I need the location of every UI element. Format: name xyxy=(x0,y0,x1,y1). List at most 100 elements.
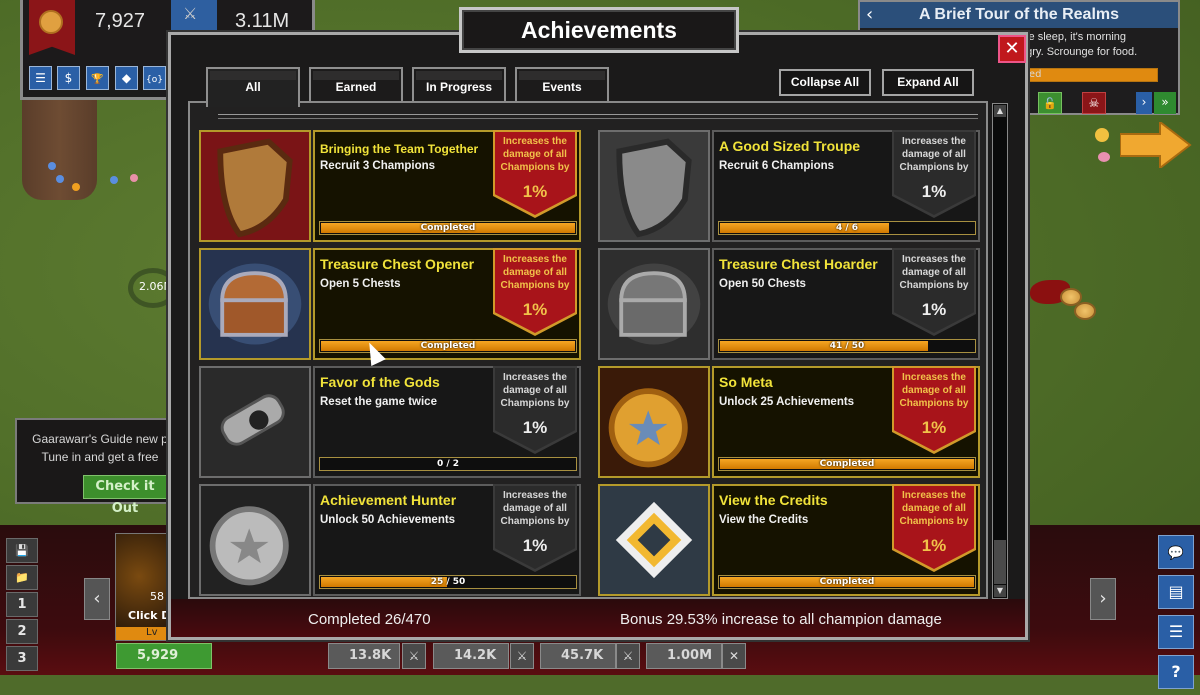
formation-slot-3[interactable]: 3 xyxy=(6,646,38,671)
close-button[interactable]: ✕ xyxy=(998,35,1026,63)
quest-description: ttle sleep, it's morning ngry. Scrounge … xyxy=(1020,30,1175,60)
upgrade-button[interactable]: 14.2K xyxy=(433,643,509,669)
click-damage-card[interactable] xyxy=(115,533,175,641)
reward-percent: 1% xyxy=(522,300,548,319)
achievement-card[interactable]: Treasure Chest Hoarder Open 50 Chests In… xyxy=(598,248,980,360)
champions-next-button[interactable]: › xyxy=(1090,578,1116,620)
upgrade-sword-icon[interactable]: ⚔ xyxy=(616,643,640,669)
progress-text: 4 / 6 xyxy=(835,223,859,233)
load-button[interactable]: 📁 xyxy=(6,565,38,590)
upgrade-crossed-swords-icon[interactable]: ✕ xyxy=(722,643,746,669)
upgrade-button[interactable]: 1.00M xyxy=(646,643,722,669)
guide-text-line: Gaarawarr's Guide new p xyxy=(32,432,168,446)
flower xyxy=(110,176,118,184)
formation-slot-2[interactable]: 2 xyxy=(6,619,38,644)
double-chevron-icon: » xyxy=(1161,95,1169,109)
fast-forward-button[interactable]: » xyxy=(1154,92,1176,114)
chat-button[interactable]: 💬 xyxy=(1158,535,1194,569)
scroll-icon xyxy=(199,366,311,478)
upgrade-cost: 14.2K xyxy=(454,648,497,663)
tab-label: In Progress xyxy=(425,80,493,94)
menu-button[interactable]: ☰ xyxy=(29,66,52,90)
formation-slot-1[interactable]: 1 xyxy=(6,592,38,617)
progress-text: 41 / 50 xyxy=(829,341,865,351)
achievement-details: Treasure Chest Hoarder Open 50 Chests In… xyxy=(712,248,980,360)
achievement-card[interactable]: View the Credits View the Credits Increa… xyxy=(598,484,980,596)
next-area-button[interactable]: › xyxy=(1136,92,1152,114)
achievement-name: View the Credits xyxy=(719,492,828,508)
reward-text: Increases the damage of all Champions by xyxy=(899,136,969,173)
reward-ribbon: Increases the damage of all Champions by… xyxy=(892,484,976,572)
achievement-card[interactable]: A Good Sized Troupe Recruit 6 Champions … xyxy=(598,130,980,242)
collapse-all-button[interactable]: Collapse All xyxy=(779,69,871,96)
achievement-details: Achievement Hunter Unlock 50 Achievement… xyxy=(313,484,581,596)
save-slots: 💾 📁 1 2 3 xyxy=(6,538,38,673)
champions-prev-button[interactable]: ‹ xyxy=(84,578,110,620)
slot-label: 1 xyxy=(17,597,27,612)
achievement-details: So Meta Unlock 25 Achievements Increases… xyxy=(712,366,980,478)
progress-text: Completed xyxy=(819,459,875,469)
scroll-thumb[interactable] xyxy=(994,540,1006,584)
chat-icon: 💬 xyxy=(1167,546,1185,561)
reward-ribbon: Increases the damage of all Champions by… xyxy=(493,130,577,218)
tab-earned[interactable]: Earned xyxy=(309,67,403,103)
help-button[interactable]: ? xyxy=(1158,655,1194,689)
tab-label: All xyxy=(245,80,261,94)
achievement-progress-bar: 41 / 50 xyxy=(718,339,976,353)
shop-button[interactable]: $ xyxy=(57,66,80,90)
flower xyxy=(1095,128,1109,142)
tab-in-progress[interactable]: In Progress xyxy=(412,67,506,103)
level-label: Lv xyxy=(146,627,158,638)
tab-events[interactable]: Events xyxy=(515,67,609,103)
unlock-button[interactable]: 🔓 xyxy=(1038,92,1062,114)
progress-text: 25 / 50 xyxy=(430,577,466,587)
medal-icon xyxy=(598,366,710,478)
check-it-out-button[interactable]: Check it Out xyxy=(83,475,167,516)
achievement-card[interactable]: Bringing the Team Together Recruit 3 Cha… xyxy=(199,130,581,242)
dollar-icon: $ xyxy=(64,71,73,85)
flower xyxy=(130,174,138,182)
upgrade-cost: 1.00M xyxy=(667,648,713,663)
reward-percent: 1% xyxy=(921,418,947,437)
upgrade-sword-icon[interactable]: ⚔ xyxy=(510,643,534,669)
quest-back-button[interactable]: ‹ xyxy=(866,2,873,28)
reward-text: Increases the damage of all Champions by xyxy=(500,372,570,409)
reward-percent: 1% xyxy=(921,536,947,555)
scrollbar[interactable]: ▲ ▼ xyxy=(992,103,1008,599)
upgrade-button[interactable]: 13.8K xyxy=(328,643,400,669)
reward-text: Increases the damage of all Champions by xyxy=(500,254,570,291)
achievement-card[interactable]: Achievement Hunter Unlock 50 Achievement… xyxy=(199,484,581,596)
next-area-arrow-icon[interactable] xyxy=(1120,122,1192,168)
achievement-progress-bar: 0 / 2 xyxy=(319,457,577,471)
skull-icon: ☠ xyxy=(1088,96,1100,110)
tab-all[interactable]: All xyxy=(206,67,300,107)
bonus-summary: Bonus 29.53% increase to all champion da… xyxy=(620,611,942,628)
level-up-button[interactable]: 5,929 xyxy=(116,643,212,669)
gems-button[interactable]: ◆ xyxy=(115,66,138,90)
flower xyxy=(1098,152,1110,162)
news-button[interactable]: ▤ xyxy=(1158,575,1194,609)
achievement-card[interactable]: Favor of the Gods Reset the game twice I… xyxy=(199,366,581,478)
achievement-card[interactable]: So Meta Unlock 25 Achievements Increases… xyxy=(598,366,980,478)
settings-button[interactable]: {o} xyxy=(143,66,166,90)
achievement-name: Bringing the Team Together xyxy=(320,142,479,156)
boss-button[interactable]: ☠ xyxy=(1082,92,1106,114)
gold-coin[interactable] xyxy=(1074,302,1096,320)
slot-label: 3 xyxy=(17,651,27,666)
upgrade-button[interactable]: 45.7K xyxy=(540,643,616,669)
upgrade-cost: 45.7K xyxy=(561,648,604,663)
save-button[interactable]: 💾 xyxy=(6,538,38,563)
tab-label: Events xyxy=(542,80,582,94)
upgrade-sword-icon[interactable]: ⚔ xyxy=(402,643,426,669)
scroll-down-button[interactable]: ▼ xyxy=(994,585,1006,597)
list-button[interactable]: ☰ xyxy=(1158,615,1194,649)
scroll-up-button[interactable]: ▲ xyxy=(994,105,1006,117)
achievement-progress-bar: Completed xyxy=(319,339,577,353)
quest-text-line: ttle sleep, it's morning xyxy=(1020,31,1127,43)
tab-label: Earned xyxy=(335,80,377,94)
achievement-description: Recruit 3 Champions xyxy=(320,160,436,172)
expand-all-button[interactable]: Expand All xyxy=(882,69,974,96)
achievements-button[interactable]: 🏆 xyxy=(86,66,109,90)
save-icon: 💾 xyxy=(15,544,29,557)
achievement-card[interactable]: Treasure Chest Opener Open 5 Chests Incr… xyxy=(199,248,581,360)
